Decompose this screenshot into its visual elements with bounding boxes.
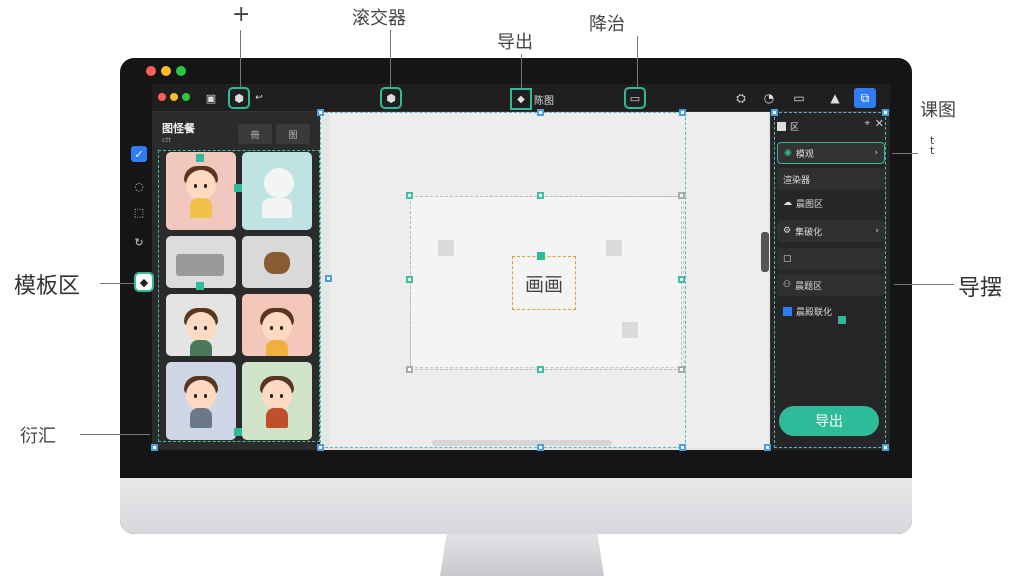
resize-handle[interactable]: [764, 444, 771, 451]
annotation-line: [894, 284, 954, 285]
annotation-plus: +: [232, 2, 251, 27]
artboard-selection: [410, 196, 682, 370]
annotation-top-center: 导出: [497, 32, 533, 53]
artboard-handle[interactable]: [678, 366, 685, 373]
text-handle[interactable]: [537, 252, 545, 260]
layers-icon[interactable]: ⧉: [854, 88, 876, 108]
center-tool[interactable]: ◆ 陈图: [510, 88, 554, 110]
maximize-button[interactable]: [182, 93, 190, 101]
resize-handle[interactable]: [679, 444, 686, 451]
annotation-left-bottom: 衍汇: [20, 426, 56, 447]
annotation-right-top: 课图: [920, 100, 956, 121]
annotation-right-mid: 导摆: [958, 276, 1003, 301]
template-panel-subtitle: ctt: [162, 136, 172, 144]
shape-tool-icon[interactable]: ⬢: [380, 87, 402, 109]
annotation-line: [390, 30, 391, 88]
window-controls-outer: [146, 66, 186, 76]
thumb-handle[interactable]: [196, 154, 204, 162]
resize-handle[interactable]: [882, 109, 889, 116]
tab-image[interactable]: 图: [276, 124, 310, 144]
thumb-handle[interactable]: [234, 184, 242, 192]
template-tool-icon[interactable]: ◆: [134, 272, 154, 292]
template-selection: [158, 150, 320, 442]
annotation-line: [521, 54, 522, 88]
monitor-icon[interactable]: ▭: [788, 88, 810, 108]
artboard-handle[interactable]: [678, 276, 685, 283]
resize-handle[interactable]: [537, 444, 544, 451]
save-icon[interactable]: ▣: [202, 89, 220, 107]
crop-icon[interactable]: ⬚: [131, 204, 147, 220]
annotation-line: [240, 30, 241, 88]
top-toolbar: ▣ ⬢ ↩ ⬢ ◆ 陈图 ▭ ⛭ ◔ ▭ ▲ ⧉: [152, 84, 890, 112]
annotation-top-right: 降治: [589, 14, 625, 35]
tab-grid[interactable]: 冊: [238, 124, 272, 144]
annotation-line: [100, 283, 134, 284]
window-controls: [158, 93, 190, 101]
artboard-handle[interactable]: [678, 192, 685, 199]
monitor-chin: [120, 478, 912, 534]
lasso-icon[interactable]: ◌: [131, 178, 147, 194]
annotation-top-left: 滚交器: [352, 8, 406, 29]
minimize-dot[interactable]: [161, 66, 171, 76]
artboard-handle[interactable]: [406, 366, 413, 373]
shapes-icon[interactable]: ◔: [758, 88, 780, 108]
artboard-handle[interactable]: [406, 192, 413, 199]
resize-handle[interactable]: [317, 109, 324, 116]
rotate-icon[interactable]: ↻: [131, 234, 147, 250]
artboard-handle[interactable]: [537, 192, 544, 199]
annotation-template-area: 模板区: [14, 274, 81, 299]
panel-scrollbar[interactable]: [761, 232, 769, 272]
thumb-handle[interactable]: [234, 428, 242, 436]
template-tabs: 冊 图: [238, 124, 310, 144]
resize-handle[interactable]: [537, 109, 544, 116]
history-icon[interactable]: ↩: [250, 89, 268, 107]
annotation-line: [80, 434, 150, 435]
artboard-handle[interactable]: [406, 276, 413, 283]
resize-handle[interactable]: [325, 275, 332, 282]
monitor-stand: [440, 534, 604, 576]
resize-handle[interactable]: [679, 109, 686, 116]
resize-handle[interactable]: [771, 109, 778, 116]
panel-handle[interactable]: [838, 316, 846, 324]
pen-icon: ◆: [510, 88, 532, 110]
close-dot[interactable]: [146, 66, 156, 76]
thumb-handle[interactable]: [196, 282, 204, 290]
resize-handle[interactable]: [317, 444, 324, 451]
annotation-right-small: t t: [930, 134, 935, 157]
resize-handle[interactable]: [882, 444, 889, 451]
close-button[interactable]: [158, 93, 166, 101]
resize-handle[interactable]: [151, 444, 158, 451]
minimize-button[interactable]: [170, 93, 178, 101]
select-tool-icon[interactable]: ✓: [131, 146, 147, 162]
logo-icon[interactable]: ⬢: [228, 87, 250, 109]
annotation-line: [892, 153, 918, 154]
panel-selection: [774, 112, 886, 448]
zoom-dot[interactable]: [176, 66, 186, 76]
users-icon[interactable]: ⛭: [730, 88, 752, 108]
person-icon[interactable]: ▲: [824, 88, 846, 108]
artboard-handle[interactable]: [537, 366, 544, 373]
comment-icon[interactable]: ▭: [624, 87, 646, 109]
annotation-line: [637, 36, 638, 88]
template-panel-title: 图怪餐: [162, 122, 195, 135]
center-tool-label: 陈图: [534, 95, 554, 107]
tool-rail: ✓ ◌ ⬚ ↻ ◆: [128, 142, 154, 292]
